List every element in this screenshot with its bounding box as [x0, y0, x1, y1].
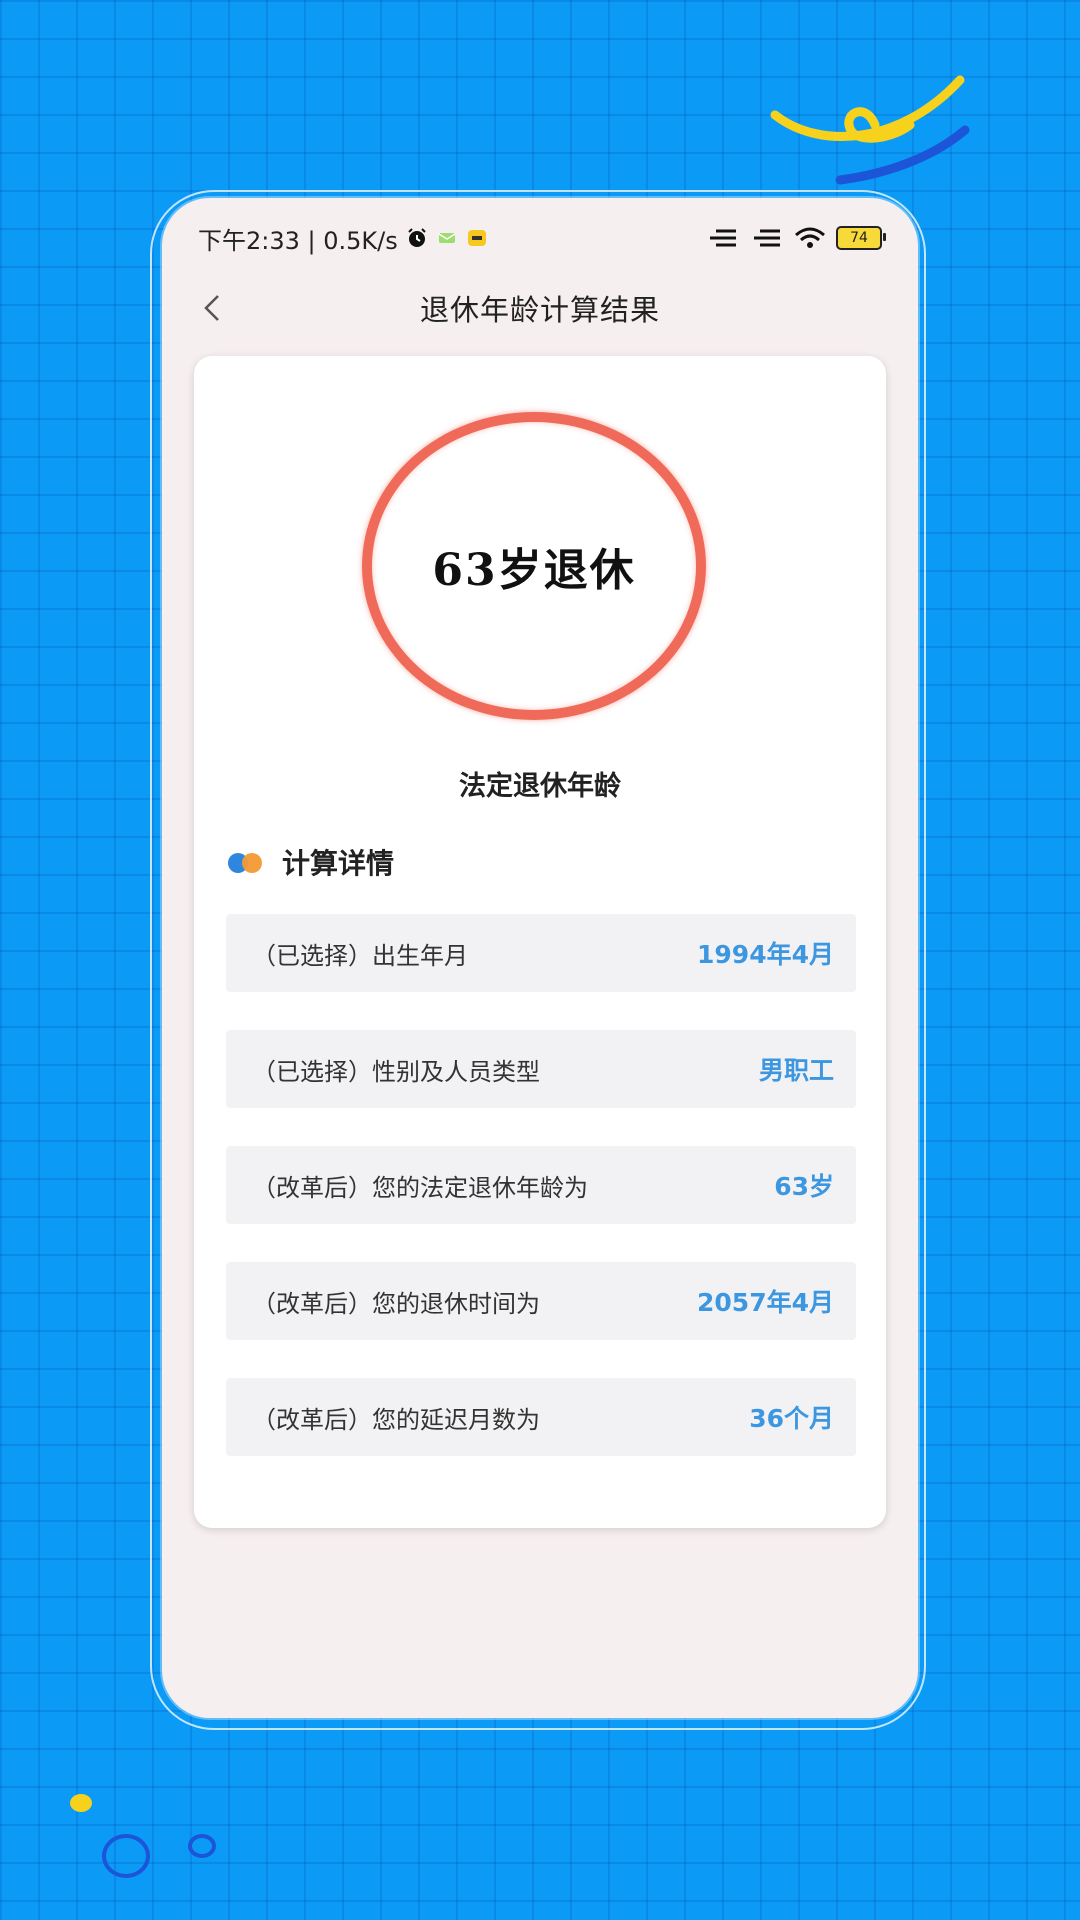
yellow-dot-decoration [70, 1794, 92, 1812]
result-caption: 法定退休年龄 [459, 771, 621, 802]
detail-row-delay-months: （改革后）您的延迟月数为 36个月 [226, 1378, 856, 1456]
blue-ring-decoration [102, 1834, 150, 1878]
signal-icon [710, 229, 736, 247]
message-icon [438, 233, 456, 243]
meituan-icon [467, 230, 486, 246]
blue-small-ring-decoration [188, 1834, 216, 1858]
detail-value: 2057年4月 [697, 1288, 834, 1317]
detail-label: （已选择）出生年月 [252, 941, 468, 970]
detail-value: 男职工 [758, 1056, 834, 1085]
retirement-age-result: 63岁退休 [432, 545, 636, 596]
page-title: 退休年龄计算结果 [419, 293, 660, 327]
detail-label: （改革后）您的法定退休年龄为 [252, 1173, 588, 1202]
wifi-icon [795, 227, 825, 248]
detail-label: （改革后）您的延迟月数为 [252, 1405, 540, 1434]
detail-value: 63岁 [774, 1172, 834, 1201]
details-title: 计算详情 [282, 847, 395, 880]
result-ring: 63岁退休 [362, 412, 706, 720]
dots-icon [228, 851, 268, 873]
status-bar: 下午2:33 | 0.5K/s 74 [198, 218, 886, 258]
result-card: 63岁退休 法定退休年龄 计算详情 （已选择）出生年月 1994年4月 （已选择… [194, 356, 886, 1528]
swirl-decoration [770, 75, 970, 185]
details-list: （已选择）出生年月 1994年4月 （已选择）性别及人员类型 男职工 （改革后）… [226, 914, 856, 1456]
phone-screen: 下午2:33 | 0.5K/s 74 退休年龄计算结果 63岁退休 法定退休年龄… [162, 198, 918, 1718]
signal-icon [754, 229, 780, 247]
detail-row-legal-age: （改革后）您的法定退休年龄为 63岁 [226, 1146, 856, 1224]
detail-label: （改革后）您的退休时间为 [252, 1289, 540, 1318]
navigation-bar: 退休年龄计算结果 [162, 276, 918, 340]
detail-label: （已选择）性别及人员类型 [252, 1057, 540, 1086]
detail-row-gender-type: （已选择）性别及人员类型 男职工 [226, 1030, 856, 1108]
alarm-icon [408, 228, 426, 247]
chevron-left-icon [204, 295, 219, 321]
battery-icon: 74 [836, 226, 886, 250]
detail-row-birth: （已选择）出生年月 1994年4月 [226, 914, 856, 992]
details-header: 计算详情 [228, 842, 394, 882]
battery-level: 74 [850, 230, 868, 246]
detail-row-retire-time: （改革后）您的退休时间为 2057年4月 [226, 1262, 856, 1340]
status-time-speed: 下午2:33 | 0.5K/s [198, 226, 398, 255]
back-button[interactable] [190, 286, 234, 330]
detail-value: 1994年4月 [697, 940, 834, 969]
detail-value: 36个月 [749, 1404, 834, 1433]
